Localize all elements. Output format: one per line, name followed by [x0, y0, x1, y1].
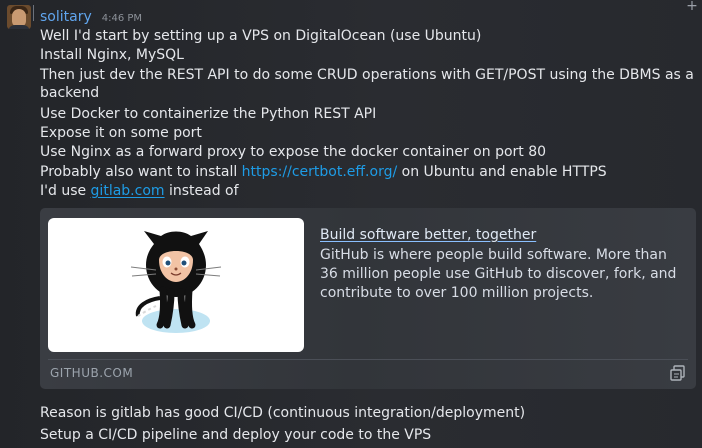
octocat-nose-icon — [174, 267, 178, 271]
message-line: Install Nginx, MySQL — [40, 47, 184, 63]
message-line: Expose it on some port — [40, 125, 202, 141]
gitlab-text-after: instead of — [164, 183, 239, 199]
embed-description: GitHub is where people build software. M… — [320, 247, 677, 301]
message-line: Well I'd start by setting up a VPS on Di… — [40, 28, 482, 44]
octocat-pupil-icon — [181, 260, 187, 266]
embed-title-link[interactable]: Build software better, together — [320, 226, 536, 244]
message-line: Then just dev the REST API to do some CR… — [40, 67, 694, 83]
copy-icon-front-page — [670, 369, 682, 381]
octocat-image-svg — [130, 231, 222, 333]
user-avatar[interactable] — [7, 5, 31, 29]
gitlab-message-line: I'd use gitlab.com instead of — [40, 182, 239, 201]
copy-icon[interactable] — [669, 364, 687, 382]
message-line: Use Nginx as a forward proxy to expose t… — [40, 144, 547, 160]
octocat-pupil-icon — [165, 260, 171, 266]
gitlab-text-before: I'd use — [40, 183, 91, 199]
gitlab-link[interactable]: gitlab.com — [91, 183, 165, 199]
chat-message-area: solitary 4:46 PM + Well I'd start by set… — [0, 0, 702, 448]
certbot-text-after: on Ubuntu and enable HTTPS — [397, 164, 607, 180]
octocat-image[interactable] — [48, 218, 304, 352]
embed-divider — [48, 359, 688, 360]
link-preview-embed[interactable]: Build software better, together GitHub i… — [40, 208, 696, 389]
certbot-text-before: Probably also want to install — [40, 164, 242, 180]
add-reaction-plus-icon[interactable]: + — [686, 0, 698, 13]
message-line: backend — [40, 85, 100, 101]
message-line: Use Docker to containerize the Python RE… — [40, 106, 377, 122]
message-header: solitary 4:46 PM — [40, 8, 142, 26]
username[interactable]: solitary — [40, 8, 92, 26]
message-divider — [33, 5, 34, 21]
message-line: Setup a CI/CD pipeline and deploy your c… — [40, 427, 432, 443]
certbot-link[interactable]: https://certbot.eff.org/ — [242, 164, 398, 180]
message-line: Reason is gitlab has good CI/CD (continu… — [40, 405, 526, 421]
certbot-message-line: Probably also want to install https://ce… — [40, 163, 607, 182]
octocat-shadow-icon — [142, 309, 210, 333]
embed-domain[interactable]: GITHUB.COM — [50, 366, 133, 380]
message-timestamp: 4:46 PM — [101, 13, 143, 24]
avatar-shirt — [8, 25, 30, 29]
